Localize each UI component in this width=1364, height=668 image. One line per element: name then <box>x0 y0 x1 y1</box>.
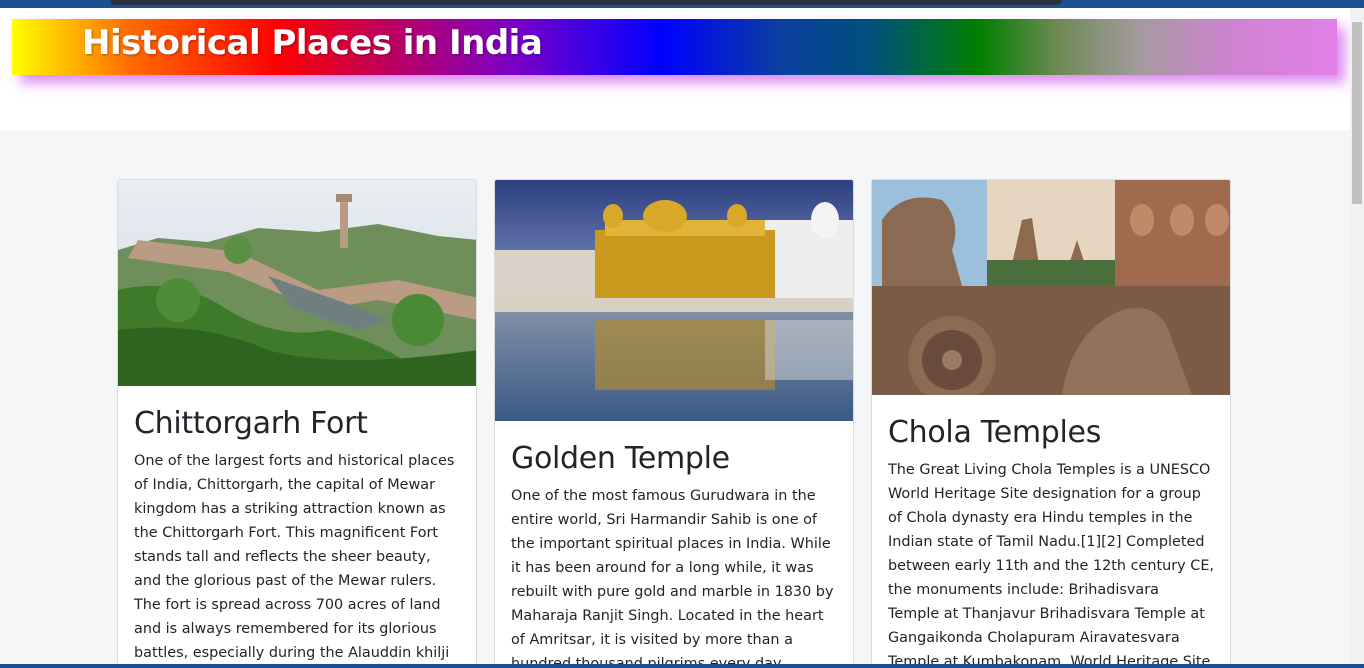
page-header: Historical Places in India <box>0 8 1350 130</box>
card-description: One of the largest forts and historical … <box>134 453 455 661</box>
place-card-golden-temple: Golden Temple One of the most famous Gur… <box>494 179 854 668</box>
browser-chrome-strip <box>0 0 1364 8</box>
place-card-chola-temples: Chola Temples The Great Living Chola Tem… <box>871 179 1231 668</box>
address-bar[interactable] <box>110 0 1062 5</box>
golden-temple-image <box>495 180 853 421</box>
vertical-scrollbar[interactable] <box>1350 8 1364 668</box>
bottom-edge-strip <box>0 664 1364 668</box>
scrollbar-thumb[interactable] <box>1352 22 1362 204</box>
chola-temples-image <box>872 180 1230 395</box>
place-card-chittorgarh: Chittorgarh Fort One of the largest fort… <box>117 179 477 668</box>
card-description: One of the most famous Gurudwara in the … <box>511 488 834 668</box>
chittorgarh-fort-image <box>118 180 476 386</box>
card-title: Chola Temples <box>888 415 1102 450</box>
card-title: Golden Temple <box>511 441 730 476</box>
card-description: The Great Living Chola Temples is a UNES… <box>888 462 1214 668</box>
page-title: Historical Places in India <box>82 23 543 63</box>
card-title: Chittorgarh Fort <box>134 406 368 441</box>
title-banner: Historical Places in India <box>12 19 1337 75</box>
